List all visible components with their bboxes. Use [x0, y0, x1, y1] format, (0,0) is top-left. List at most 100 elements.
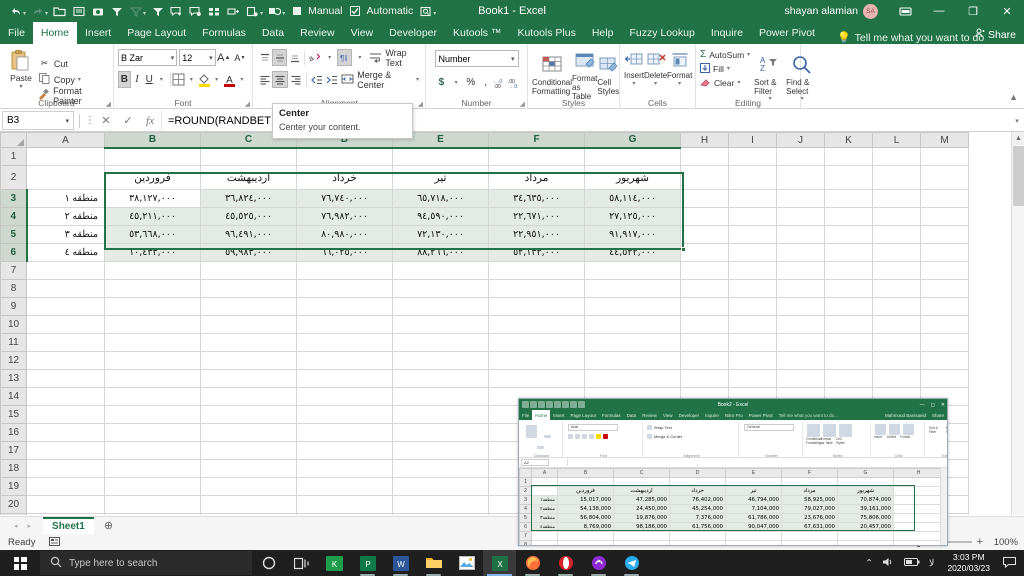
font-dialog-launcher[interactable]: ◢ [245, 100, 250, 108]
underline-caret-icon[interactable]: ▾ [155, 71, 167, 88]
inner-tab-home[interactable]: Home [532, 410, 551, 420]
inner-cell-C5[interactable]: 19,876,000 [613, 513, 670, 523]
chevron-down-icon[interactable]: ▾ [171, 54, 175, 62]
align-right-button[interactable] [288, 71, 303, 88]
inner-formula-bar[interactable]: A2 [519, 458, 947, 468]
cell-I7[interactable] [728, 261, 777, 280]
column-header-A[interactable]: A [26, 132, 105, 148]
cell-E10[interactable] [392, 315, 489, 334]
tab-formulas[interactable]: Formulas [194, 22, 254, 44]
align-top-button[interactable] [257, 49, 272, 66]
column-header-G[interactable]: G [584, 132, 681, 149]
inner-column-header-F[interactable]: F [781, 468, 838, 478]
inner-cell-D1[interactable] [669, 477, 726, 487]
cell-I6[interactable] [728, 243, 777, 262]
undo-icon[interactable] [6, 2, 25, 20]
select-all-corner[interactable] [0, 132, 27, 148]
cell-D21[interactable] [296, 513, 393, 515]
language-indicator[interactable]: لا [929, 558, 934, 569]
conditional-formatting-button[interactable]: Conditional Formatting [532, 52, 572, 97]
cell-J2[interactable] [776, 165, 825, 190]
cell-M2[interactable] [920, 165, 969, 190]
number-format-combo[interactable]: Number ▾ [434, 50, 519, 67]
row-header-15[interactable]: 15 [0, 405, 27, 424]
cell-E1[interactable] [392, 147, 489, 166]
inner-cell-A8[interactable] [531, 540, 558, 545]
inner-cell-C6[interactable]: 98,186,000 [613, 522, 670, 532]
user-name[interactable]: shayan alamian [784, 5, 858, 17]
inner-user-name[interactable]: Mahmoud Banisaeid [882, 410, 929, 420]
add-sheet-button[interactable]: ⊕ [104, 519, 113, 532]
increase-decimal-icon[interactable]: ←.0.00 [493, 74, 508, 91]
cell-D3[interactable]: ٧٦,٧٤٠,٠٠٠ [296, 189, 393, 208]
inner-cell-E1[interactable] [725, 477, 782, 487]
number-dialog-launcher[interactable]: ◢ [520, 100, 525, 108]
cell-M10[interactable] [920, 315, 969, 334]
open-icon[interactable] [50, 2, 69, 20]
column-header-M[interactable]: M [920, 132, 969, 148]
delete-caret-icon[interactable]: ▾ [654, 80, 657, 87]
inner-cell-H7[interactable] [893, 531, 944, 541]
column-header-J[interactable]: J [776, 132, 825, 148]
column-header-H[interactable]: H [680, 132, 729, 148]
inner-row-header-7[interactable]: 7 [519, 531, 532, 541]
cell-K1[interactable] [824, 147, 873, 166]
inner-cell-F8[interactable] [781, 540, 838, 545]
cell-J11[interactable] [776, 333, 825, 352]
inner-row-header-8[interactable]: 8 [519, 540, 532, 545]
inner-cell-A3[interactable]: منطقه١ [531, 495, 558, 505]
cell-H12[interactable] [680, 351, 729, 370]
inner-find-select-label[interactable]: Find & Select [946, 426, 947, 434]
inner-cell-E2[interactable]: تیر [725, 486, 782, 496]
inner-restore-button[interactable]: ◻ [931, 402, 935, 408]
row-header-10[interactable]: 10 [0, 315, 27, 334]
comma-format-button[interactable]: , [478, 74, 493, 91]
inner-styles-buttons[interactable] [807, 424, 870, 437]
inner-cell-styles-icon[interactable] [839, 424, 852, 437]
inner-cell-B3[interactable]: 15,017,000 [557, 495, 614, 505]
row-header-19[interactable]: 19 [0, 477, 27, 496]
chevron-down-icon[interactable]: ▾ [511, 55, 515, 63]
column-header-L[interactable]: L [872, 132, 921, 148]
inner-font-color-icon[interactable] [603, 434, 608, 439]
cell-A15[interactable] [26, 405, 105, 424]
sheet-nav-arrows[interactable]: ◂ ▸ [0, 522, 43, 530]
cell-A4[interactable]: منطقه ٢ [26, 207, 105, 226]
inner-cell-C4[interactable]: 24,450,000 [613, 504, 670, 514]
cell-G3[interactable]: ٥٨,١١٤,٠٠٠ [584, 189, 681, 208]
inner-tab-power-pivot[interactable]: Power Pivot [746, 410, 776, 420]
cell-B1[interactable] [104, 147, 201, 166]
cell-A20[interactable] [26, 495, 105, 514]
comment-delete-icon[interactable] [186, 2, 205, 20]
shrink-font-button[interactable]: A ▼ [232, 49, 248, 66]
inner-share-button[interactable]: Share [929, 410, 947, 420]
cell-J8[interactable] [776, 279, 825, 298]
copy-button[interactable]: Copy ▾ [38, 73, 109, 87]
insert-caret-icon[interactable]: ▾ [633, 80, 636, 87]
cell-J3[interactable] [776, 189, 825, 208]
cell-F5[interactable]: ٢٢,٩٥١,٠٠٠ [488, 225, 585, 244]
cell-D4[interactable]: ٧٦,٩٨٢,٠٠٠ [296, 207, 393, 226]
cell-C8[interactable] [200, 279, 297, 298]
inner-borders-icon[interactable] [589, 434, 594, 439]
cell-F1[interactable] [488, 147, 585, 166]
zoom-search-icon[interactable] [416, 2, 435, 20]
telegram-icon[interactable] [615, 550, 648, 576]
inner-cell-C2[interactable]: اردیبهشت [613, 486, 670, 496]
cell-L1[interactable] [872, 147, 921, 166]
cell-D13[interactable] [296, 369, 393, 388]
cell-A3[interactable]: منطقه ١ [26, 189, 105, 208]
cell-C10[interactable] [200, 315, 297, 334]
row-header-2[interactable]: 2 [0, 165, 27, 190]
volume-icon[interactable] [882, 556, 895, 571]
cell-B8[interactable] [104, 279, 201, 298]
inner-cell-D4[interactable]: 45,254,000 [669, 504, 726, 514]
column-header-K[interactable]: K [824, 132, 873, 148]
inner-bold-icon[interactable] [568, 434, 573, 439]
inner-cell-A2[interactable] [531, 486, 558, 496]
cell-D2[interactable]: خرداد [296, 165, 393, 190]
cell-K3[interactable] [824, 189, 873, 208]
inner-column-header-D[interactable]: D [669, 468, 726, 478]
photos-icon[interactable] [450, 550, 483, 576]
cell-I5[interactable] [728, 225, 777, 244]
